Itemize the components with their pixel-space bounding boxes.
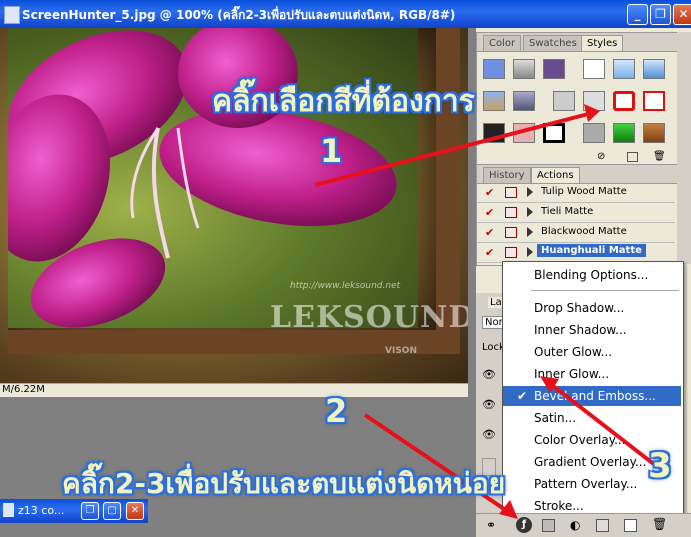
annotation-number-2: 2 xyxy=(325,392,348,430)
annotation-top-text: คลิ๊กเลือกสีที่ต้องการ xyxy=(212,84,475,119)
annotation-number-3: 3 xyxy=(648,446,672,486)
annotation-bottom-text: คลิ๊ก2-3เพื่อปรับและตบแต่งนิดหน่อย xyxy=(62,467,506,500)
arrow-3 xyxy=(546,380,657,467)
annotation-number-1: 1 xyxy=(320,132,343,170)
arrow-1-head xyxy=(584,104,600,122)
